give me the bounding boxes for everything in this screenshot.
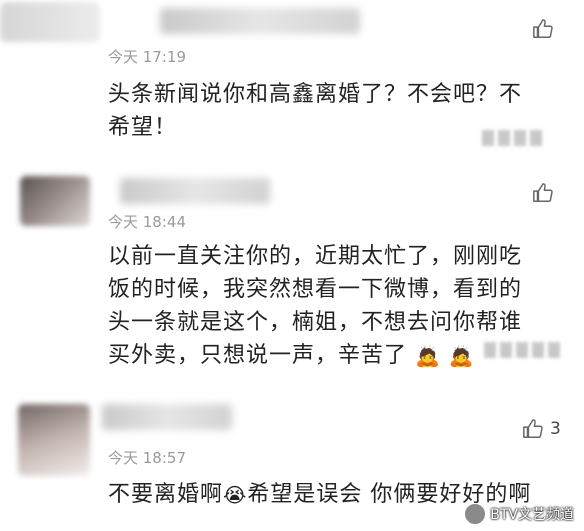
username-blurred[interactable] xyxy=(102,404,232,430)
username-blurred[interactable] xyxy=(120,178,270,204)
thumbs-up-icon[interactable] xyxy=(522,418,544,440)
blurred-region xyxy=(482,130,542,146)
thumbs-up-icon[interactable] xyxy=(532,18,554,40)
blurred-region xyxy=(484,342,560,358)
thumbs-up-icon[interactable] xyxy=(532,182,554,204)
like-button[interactable]: 3 xyxy=(522,418,561,440)
comment-time: 今天 18:57 xyxy=(108,449,186,467)
crying-emoji-icon: 😭 xyxy=(223,482,248,507)
bowing-emoji-icon: 🙇 xyxy=(448,343,475,368)
bowing-emoji-icon: 🙇 xyxy=(415,343,441,368)
avatar[interactable] xyxy=(18,404,90,476)
wechat-icon xyxy=(464,503,487,525)
username-blurred[interactable] xyxy=(160,8,360,34)
avatar[interactable] xyxy=(20,176,90,226)
comment-time: 今天 18:44 xyxy=(108,213,186,231)
like-count: 3 xyxy=(550,419,561,439)
watermark: BTV文艺频道 xyxy=(464,503,574,525)
comment-time: 今天 17:19 xyxy=(108,48,186,66)
avatar[interactable] xyxy=(0,2,100,42)
